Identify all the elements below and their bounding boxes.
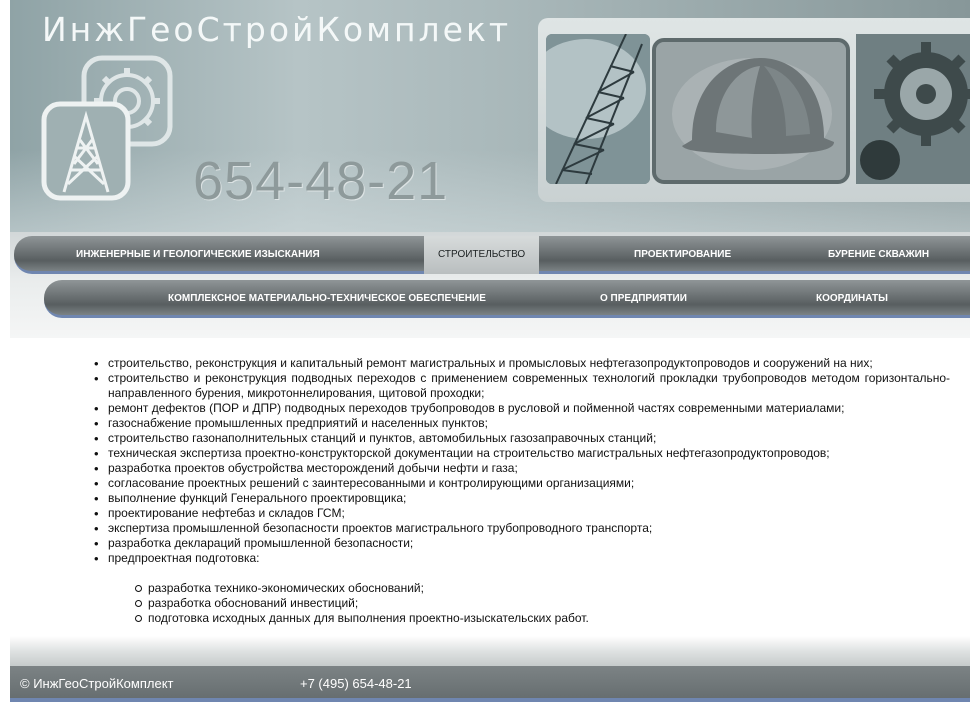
nav-row-2: КОМПЛЕКСНОЕ МАТЕРИАЛЬНО-ТЕХНИЧЕСКОЕ ОБЕС… — [44, 280, 970, 318]
main-content: строительство, реконструкция и капитальн… — [10, 338, 970, 638]
sublist-item: разработка обоснований инвестиций; — [135, 596, 589, 611]
list-item: строительство и реконструкция подводных … — [94, 371, 950, 401]
gear-photo-icon — [856, 34, 970, 184]
services-list: строительство, реконструкция и капитальн… — [94, 356, 950, 566]
nav-item-drilling[interactable]: БУРЕНИЕ СКВАЖИН — [828, 236, 929, 274]
tower-photo-icon — [546, 34, 650, 184]
company-logo-icon — [41, 55, 173, 201]
nav-item-construction[interactable]: СТРОИТЕЛЬСТВО — [424, 236, 540, 274]
header-banner: ИнжГеоСтройКомплект 654-48-21 — [10, 0, 970, 232]
list-item: разработка проектов обустройства месторо… — [94, 461, 950, 476]
footer: © ИнжГеоСтройКомплект +7 (495) 654-48-21 — [10, 666, 970, 702]
footer-copyright: © ИнжГеоСтройКомплект — [20, 676, 174, 691]
list-item: предпроектная подготовка: — [94, 551, 950, 566]
nav-item-about[interactable]: О ПРЕДПРИЯТИИ — [600, 280, 687, 318]
footer-phone: +7 (495) 654-48-21 — [300, 676, 412, 691]
site-title: ИнжГеоСтройКомплект — [42, 10, 512, 49]
header-phone: 654-48-21 — [193, 151, 449, 211]
list-item: техническая экспертиза проектно-конструк… — [94, 446, 950, 461]
list-item: разработка деклараций промышленной безоп… — [94, 536, 950, 551]
nav-item-supply[interactable]: КОМПЛЕКСНОЕ МАТЕРИАЛЬНО-ТЕХНИЧЕСКОЕ ОБЕС… — [168, 280, 486, 318]
list-item: ремонт дефектов (ПОР и ДПР) подводных пе… — [94, 401, 950, 416]
list-item: строительство, реконструкция и капитальн… — [94, 356, 950, 371]
list-item: согласование проектных решений с заинтер… — [94, 476, 950, 491]
helmet-photo-icon — [652, 38, 850, 184]
list-item: строительство газонаполнительных станций… — [94, 431, 950, 446]
list-item: газоснабжение промышленных предприятий и… — [94, 416, 950, 431]
sublist-item: подготовка исходных данных для выполнени… — [135, 611, 589, 625]
sublist-item: разработка технико-экономических обоснов… — [135, 581, 589, 596]
page: ИнжГеоСтройКомплект 654-48-21 ИНЖЕНЕРНЫЕ… — [10, 0, 970, 710]
nav-item-design[interactable]: ПРОЕКТИРОВАНИЕ — [634, 236, 731, 274]
list-item: экспертиза промышленной безопасности про… — [94, 521, 950, 536]
list-item: выполнение функций Генерального проектир… — [94, 491, 950, 506]
nav-row-1: ИНЖЕНЕРНЫЕ И ГЕОЛОГИЧЕСКИЕ ИЗЫСКАНИЯ СТР… — [14, 236, 970, 274]
list-item: проектирование нефтебаз и складов ГСМ; — [94, 506, 950, 521]
preproject-sublist: разработка технико-экономических обоснов… — [135, 581, 589, 626]
nav-item-contacts[interactable]: КООРДИНАТЫ — [816, 280, 888, 318]
navigation: ИНЖЕНЕРНЫЕ И ГЕОЛОГИЧЕСКИЕ ИЗЫСКАНИЯ СТР… — [10, 232, 970, 338]
content-divider — [10, 636, 970, 666]
nav-item-surveys[interactable]: ИНЖЕНЕРНЫЕ И ГЕОЛОГИЧЕСКИЕ ИЗЫСКАНИЯ — [76, 236, 320, 274]
